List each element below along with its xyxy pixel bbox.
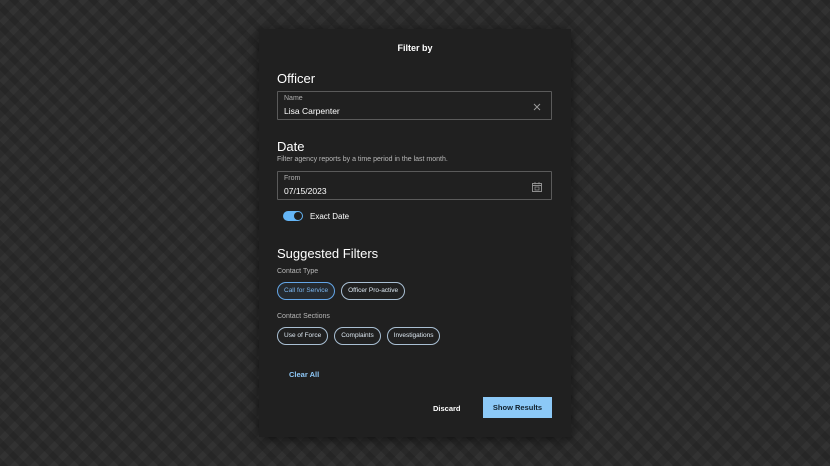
toggle-knob	[294, 212, 302, 220]
exact-date-toggle[interactable]	[283, 211, 303, 221]
clear-all-button[interactable]: Clear All	[289, 370, 319, 379]
contact-sections-chips: Use of Force Complaints Investigations	[277, 327, 441, 345]
date-description: Filter agency reports by a time period i…	[277, 156, 448, 163]
contact-type-label: Contact Type	[277, 268, 319, 275]
chip-call-for-service[interactable]: Call for Service	[277, 282, 336, 300]
date-from-label: From	[284, 175, 301, 182]
officer-name-field[interactable]: Name Lisa Carpenter	[277, 91, 552, 120]
chip-investigations[interactable]: Investigations	[386, 327, 441, 345]
exact-date-label: Exact Date	[310, 212, 350, 221]
suggested-filters-heading: Suggested Filters	[277, 246, 379, 261]
close-icon[interactable]	[531, 100, 543, 112]
show-results-button[interactable]: Show Results	[483, 397, 552, 418]
officer-heading: Officer	[277, 71, 316, 86]
dialog-title: Filter by	[397, 43, 433, 53]
calendar-icon[interactable]	[531, 180, 543, 192]
contact-type-chips: Call for Service Officer Pro-active	[277, 282, 406, 300]
officer-name-label: Name	[284, 95, 303, 102]
contact-sections-label: Contact Sections	[277, 313, 330, 320]
officer-name-value: Lisa Carpenter	[284, 106, 340, 116]
chip-officer-pro-active[interactable]: Officer Pro-active	[341, 282, 406, 300]
chip-complaints[interactable]: Complaints	[334, 327, 381, 345]
chip-use-of-force[interactable]: Use of Force	[277, 327, 329, 345]
filter-dialog: Filter by Officer Name Lisa Carpenter Da…	[259, 29, 571, 437]
date-from-field[interactable]: From 07/15/2023	[277, 171, 552, 200]
discard-button[interactable]: Discard	[433, 404, 461, 413]
date-heading: Date	[277, 139, 305, 154]
date-from-value: 07/15/2023	[284, 186, 327, 196]
